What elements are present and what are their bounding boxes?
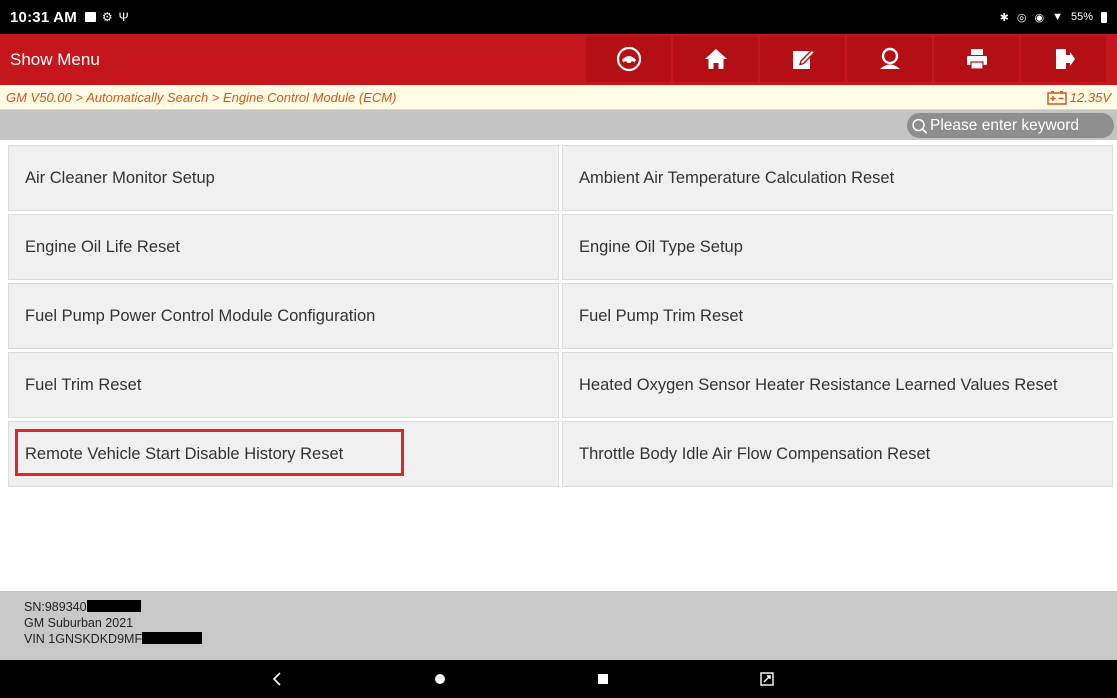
menu-item-label: Fuel Pump Trim Reset — [579, 306, 744, 325]
edit-report-button[interactable] — [760, 36, 845, 82]
menu-item-engine-oil-type-setup[interactable]: Engine Oil Type Setup — [562, 214, 1113, 280]
menu-item-label: Air Cleaner Monitor Setup — [25, 168, 215, 187]
print-icon — [966, 49, 987, 70]
serial-number: SN:989340 — [24, 600, 87, 614]
show-menu-title[interactable]: Show Menu — [0, 50, 584, 70]
function-list: Air Cleaner Monitor Setup Ambient Air Te… — [8, 145, 1113, 487]
home-button[interactable] — [673, 36, 758, 82]
menu-item-label: Remote Vehicle Start Disable History Res… — [25, 444, 344, 463]
status-right-icons: ✱ ◎ ◉ ▼ 55% — [1000, 11, 1107, 24]
bluetooth-icon: ✱ — [999, 11, 1009, 24]
menu-item-label: Fuel Trim Reset — [25, 375, 142, 394]
header: Show Menu — [0, 34, 1117, 85]
navigation-bar — [0, 660, 1117, 698]
menu-item-label: Ambient Air Temperature Calculation Rese… — [579, 168, 895, 187]
menu-item-fuel-pump-power-control-config[interactable]: Fuel Pump Power Control Module Configura… — [8, 283, 559, 349]
location-icon: ◉ — [1034, 11, 1045, 24]
search-bar — [0, 110, 1117, 140]
recents-icon — [598, 674, 608, 684]
user-icon — [879, 47, 900, 69]
serial-number-row: SN:989340 — [24, 599, 1117, 615]
voltage-value: 12.35V — [1069, 89, 1111, 105]
gallery-icon — [84, 12, 96, 22]
recents-button[interactable] — [578, 660, 628, 698]
home-circle-icon — [435, 674, 445, 684]
battery-voltage: 12.35V — [1047, 90, 1117, 105]
vehicle-model: GM Suburban 2021 — [24, 616, 134, 630]
diagnostic-icon — [616, 46, 641, 72]
vin: VIN 1GNSKDKD9MF — [24, 632, 143, 646]
home-nav-button[interactable] — [415, 660, 465, 698]
search-icon — [912, 118, 928, 134]
redaction-bar — [142, 632, 203, 644]
menu-item-label: Fuel Pump Power Control Module Configura… — [25, 306, 376, 325]
car-battery-icon — [1047, 90, 1067, 105]
edit-report-icon — [792, 49, 815, 69]
status-bar: 10:31 AM ⚙ Ψ ✱ ◎ ◉ ▼ 55% — [0, 0, 1117, 34]
vehicle-info: SN:989340 GM Suburban 2021 VIN 1GNSKDKD9… — [0, 591, 1117, 660]
menu-item-label: Heated Oxygen Sensor Heater Resistance L… — [579, 375, 1058, 394]
exit-icon — [1055, 49, 1075, 69]
battery-icon — [1101, 11, 1107, 23]
back-button[interactable] — [252, 660, 302, 698]
battery-level: 55% — [1070, 11, 1093, 23]
usb-icon: Ψ — [118, 10, 129, 24]
menu-item-fuel-pump-trim-reset[interactable]: Fuel Pump Trim Reset — [562, 283, 1113, 349]
menu-item-throttle-body-idle-reset[interactable]: Throttle Body Idle Air Flow Compensation… — [562, 421, 1113, 487]
breadcrumb-bar: GM V50.00 > Automatically Search > Engin… — [0, 85, 1117, 110]
home-icon — [704, 49, 727, 69]
screenshot-button[interactable] — [742, 660, 792, 698]
menu-item-ambient-air-temperature-reset[interactable]: Ambient Air Temperature Calculation Rese… — [562, 145, 1113, 211]
menu-item-engine-oil-life-reset[interactable]: Engine Oil Life Reset — [8, 214, 559, 280]
status-time: 10:31 AM — [10, 8, 77, 26]
redaction-bar — [86, 600, 141, 612]
toolbar — [584, 34, 1106, 85]
menu-item-air-cleaner-monitor-setup[interactable]: Air Cleaner Monitor Setup — [8, 145, 559, 211]
screenshot-icon — [760, 672, 774, 686]
menu-item-remote-vehicle-start-reset[interactable]: Remote Vehicle Start Disable History Res… — [8, 421, 559, 487]
user-button[interactable] — [847, 36, 932, 82]
print-button[interactable] — [934, 36, 1019, 82]
status-left-icons: ⚙ Ψ — [84, 10, 129, 24]
settings-icon: ⚙ — [101, 10, 113, 24]
menu-item-label: Throttle Body Idle Air Flow Compensation… — [579, 444, 931, 463]
search-input[interactable] — [928, 116, 1114, 135]
wifi-icon: ▼ — [1052, 11, 1063, 23]
vibrate-icon: ◎ — [1016, 11, 1027, 24]
diagnostic-button[interactable] — [586, 36, 671, 82]
menu-item-label: Engine Oil Life Reset — [25, 237, 181, 256]
vin-row: VIN 1GNSKDKD9MF — [24, 631, 1117, 647]
exit-button[interactable] — [1021, 36, 1106, 82]
breadcrumb: GM V50.00 > Automatically Search > Engin… — [6, 89, 397, 105]
search-box[interactable] — [907, 113, 1114, 138]
menu-item-heated-oxygen-sensor-reset[interactable]: Heated Oxygen Sensor Heater Resistance L… — [562, 352, 1113, 418]
back-icon — [272, 672, 281, 686]
menu-item-fuel-trim-reset[interactable]: Fuel Trim Reset — [8, 352, 559, 418]
menu-item-label: Engine Oil Type Setup — [579, 237, 743, 256]
